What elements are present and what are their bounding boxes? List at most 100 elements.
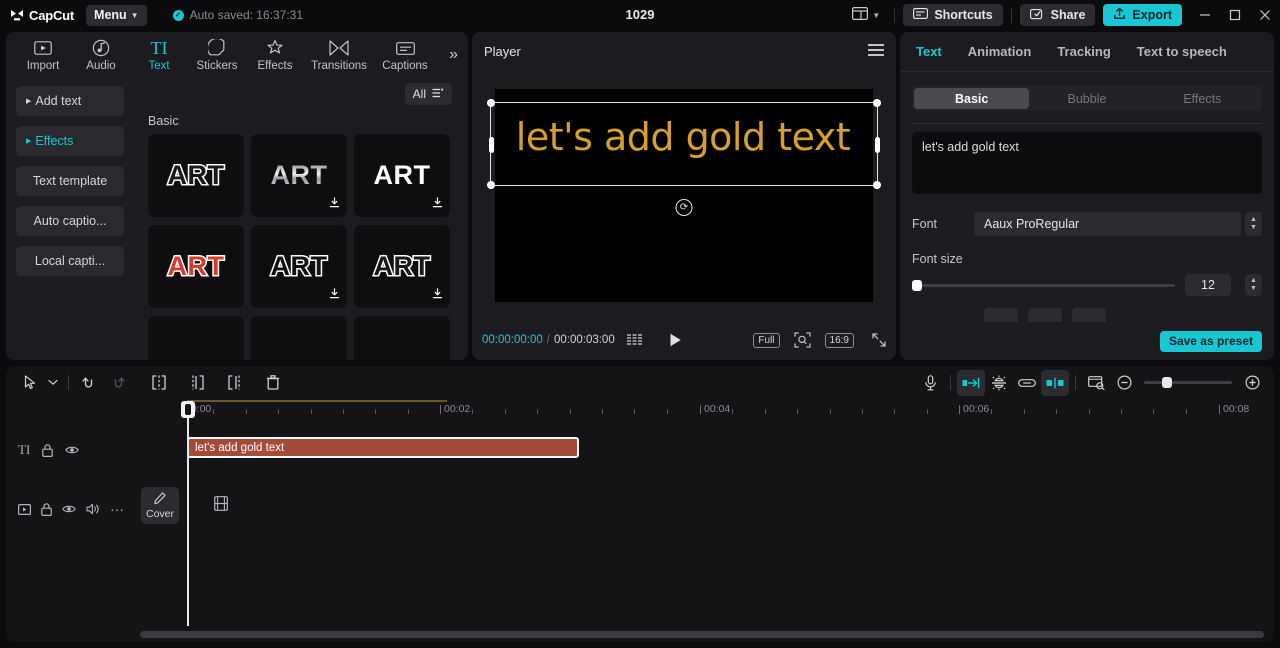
font-size-input[interactable]: 12 [1185,274,1231,296]
text-track-lane[interactable]: let's add gold text [132,423,1274,477]
resize-handle-br[interactable] [873,180,881,189]
preset-cell[interactable] [354,316,450,360]
zoom-slider-knob[interactable] [1162,377,1172,388]
playhead[interactable] [180,401,195,626]
sub-nav-item-text-template[interactable]: Text template [16,166,124,196]
zoom-out-icon[interactable] [1110,370,1138,396]
font-size-slider[interactable] [912,279,1175,291]
tab-text[interactable]: Text [916,44,942,59]
link-icon[interactable] [1013,370,1041,396]
lock-icon[interactable] [42,443,54,457]
playhead-handle[interactable] [180,401,195,418]
microphone-icon[interactable] [916,370,944,396]
eye-icon[interactable] [62,504,76,514]
segment-basic[interactable]: Basic [914,88,1030,109]
tab-tracking[interactable]: Tracking [1057,44,1110,59]
resize-handle-bl[interactable] [487,180,495,189]
snap-icon[interactable] [957,369,985,396]
more-dots-icon[interactable]: ··· [110,502,124,516]
slider-knob[interactable] [912,279,922,291]
video-canvas[interactable]: let's add gold text ⟳ [487,88,881,302]
timeline-horizontal-scrollbar[interactable] [140,631,1264,638]
shortcuts-button[interactable]: Shortcuts [903,4,1003,26]
share-button[interactable]: Share [1019,4,1096,26]
download-icon[interactable] [432,197,443,211]
trim-right-icon[interactable] [221,370,249,396]
close-button[interactable] [1250,0,1280,30]
ruler-tick-minor [926,409,928,414]
layout-button[interactable]: ▼ [846,4,886,26]
volume-icon[interactable] [86,503,100,515]
video-track-lane[interactable] [132,477,1274,541]
library-tab-text[interactable]: TI Text [130,38,188,73]
font-size-stepper[interactable]: ▲ ▼ [1245,274,1262,296]
library-tab-effects[interactable]: Effects [246,38,304,72]
redo-icon[interactable] [103,370,131,396]
sub-nav-item-effects[interactable]: ▶ Effects [16,126,124,156]
preset-cell[interactable] [251,316,347,360]
library-tab-audio[interactable]: Audio [72,38,130,72]
quality-badge[interactable]: Full [753,332,780,348]
timeline-zoom-slider[interactable] [1144,377,1232,388]
maximize-button[interactable] [1220,0,1250,30]
menu-button[interactable]: Menu ▼ [86,4,147,26]
split-icon[interactable] [145,370,173,396]
download-icon[interactable] [432,288,443,302]
tab-animation[interactable]: Animation [968,44,1032,59]
chevron-down-icon[interactable] [44,370,62,396]
download-icon[interactable] [329,288,340,302]
resize-handle-right[interactable] [874,136,880,153]
preset-cell[interactable] [148,316,244,360]
font-select[interactable]: Aaux ProRegular [974,212,1241,236]
segment-bubble[interactable]: Bubble [1029,88,1144,109]
rotate-handle-icon[interactable]: ⟳ [675,198,693,216]
trash-icon[interactable] [259,370,287,396]
magnifier-icon[interactable] [793,332,811,348]
preset-cell[interactable]: ART [148,134,244,217]
preset-cell[interactable]: ART [354,225,450,308]
save-as-preset-button[interactable]: Save as preset [1159,330,1262,352]
filmstrip-icon[interactable] [214,496,228,514]
preset-cell[interactable]: ART [251,134,347,217]
resize-handle-tl[interactable] [487,98,495,107]
preset-cell[interactable]: ART [148,225,244,308]
filmstrip-icon[interactable] [626,333,643,347]
player-current-time[interactable]: 00:00:00:00 [482,334,543,346]
eye-icon[interactable] [65,445,80,455]
preset-cell[interactable]: ART [251,225,347,308]
font-stepper[interactable]: ▲ ▼ [1245,212,1262,236]
play-icon[interactable] [669,333,682,347]
filter-all-button[interactable]: All [404,83,452,105]
zoom-in-icon[interactable] [1238,370,1266,396]
resize-handle-tr[interactable] [873,98,881,107]
lock-icon[interactable] [41,502,52,516]
minimize-button[interactable] [1190,0,1220,30]
brightness-icon[interactable] [985,370,1013,396]
text-selection-box[interactable] [487,98,881,189]
mirror-icon[interactable] [1041,369,1069,396]
aspect-ratio-badge[interactable]: 16:9 [824,332,854,348]
chevron-double-right-icon[interactable]: » [449,46,458,64]
library-tab-stickers[interactable]: Stickers [188,38,246,72]
timeline-ruler[interactable]: 00:00 00:02 00:04 00:06 00:08 [6,399,1274,423]
library-tab-transitions[interactable]: Transitions [304,38,374,72]
segment-effects[interactable]: Effects [1145,88,1260,109]
sub-nav-item-auto-captions[interactable]: Auto captio... [16,206,124,236]
cursor-icon[interactable] [16,370,44,396]
thumbnail-icon[interactable] [1082,370,1110,396]
sub-nav-item-add-text[interactable]: ▶ Add text [16,86,124,116]
download-icon[interactable] [329,197,340,211]
library-tab-import[interactable]: Import [14,38,72,72]
undo-icon[interactable] [75,370,103,396]
hamburger-icon[interactable] [868,43,884,59]
library-tab-captions[interactable]: Captions [374,38,436,72]
trim-left-icon[interactable] [183,370,211,396]
tab-text-to-speech[interactable]: Text to speech [1137,44,1227,59]
text-clip[interactable]: let's add gold text [187,437,579,458]
resize-handle-left[interactable] [488,136,494,153]
fullscreen-icon[interactable] [872,333,886,347]
export-button[interactable]: Export [1103,4,1182,26]
sub-nav-item-local-captions[interactable]: Local capti... [16,246,124,276]
text-content-input[interactable]: let's add gold text [912,132,1262,194]
preset-cell[interactable]: ART [354,134,450,217]
